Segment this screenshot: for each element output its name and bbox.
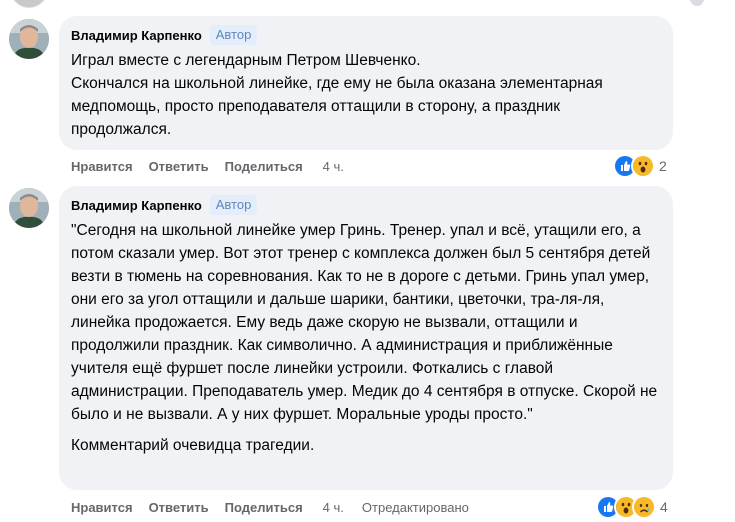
author-badge: Автор [209, 195, 258, 215]
comment-text: Играл вместе с легендарным Петром Шевчен… [71, 49, 661, 141]
author-name[interactable]: Владимир Карпенко [71, 198, 202, 213]
reactions-summary[interactable]: 2 [613, 154, 667, 178]
comment-actions: Нравится Ответить Поделиться 4 ч. [71, 156, 362, 176]
comment-paragraph: Комментарий очевидца трагедии. [71, 437, 315, 454]
reactions-summary[interactable]: 4 [596, 495, 668, 519]
user-photo-icon [9, 19, 49, 59]
previous-comment-avatar [10, 0, 48, 8]
comment-paragraph: "Сегодня на школьной линейке умер Гринь.… [71, 222, 658, 423]
author-badge: Автор [209, 25, 258, 45]
avatar[interactable] [9, 19, 49, 59]
reply-button[interactable]: Ответить [149, 159, 209, 174]
comment-bubble: Владимир Карпенко Автор "Сегодня на школ… [59, 186, 673, 490]
wow-icon [631, 154, 655, 178]
share-button[interactable]: Поделиться [225, 159, 303, 174]
user-photo-icon [9, 188, 49, 228]
like-button[interactable]: Нравится [71, 159, 133, 174]
author-name[interactable]: Владимир Карпенко [71, 28, 202, 43]
sad-icon [632, 495, 656, 519]
avatar[interactable] [9, 188, 49, 228]
edited-label: Отредактировано [361, 499, 469, 515]
like-button[interactable]: Нравится [71, 500, 133, 515]
comment-paragraph: Скончался на школьной линейке, где ему н… [71, 75, 603, 138]
comment-paragraph: Играл вместе с легендарным Петром Шевчен… [71, 52, 421, 69]
comment-actions: Нравится Ответить Поделиться 4 ч. Отреда… [71, 497, 469, 517]
timestamp[interactable]: 4 ч. [323, 159, 344, 174]
comment-bubble: Владимир Карпенко Автор Играл вместе с л… [59, 16, 673, 150]
comment-text: "Сегодня на школьной линейке умер Гринь.… [71, 219, 661, 457]
previous-comment-reaction-icon [690, 0, 704, 6]
reply-button[interactable]: Ответить [149, 500, 209, 515]
reaction-count: 4 [660, 499, 668, 515]
timestamp[interactable]: 4 ч. [323, 500, 344, 515]
share-button[interactable]: Поделиться [225, 500, 303, 515]
reaction-count: 2 [659, 158, 667, 174]
